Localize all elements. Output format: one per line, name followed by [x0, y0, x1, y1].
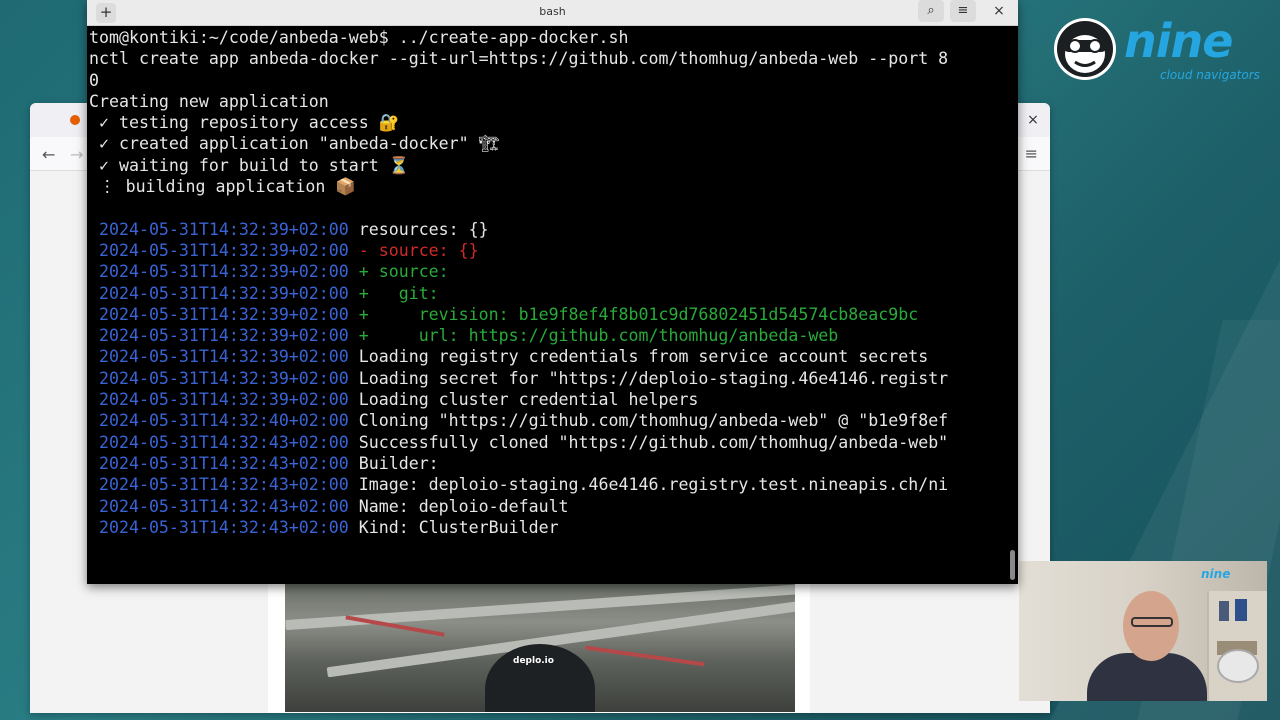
terminal-text: Name: deploio-default: [358, 496, 569, 516]
log-timestamp: 2024-05-31T14:32:43+02:00: [89, 496, 359, 516]
terminal-text: Loading secret for "https://deploio-stag…: [358, 368, 949, 388]
terminal-line: 2024-05-31T14:32:43+02:00 Successfully c…: [89, 432, 1007, 453]
terminal-text: Loading cluster credential helpers: [358, 390, 699, 410]
terminal-text: Loading registry credentials from servic…: [358, 347, 929, 367]
terminal-line: 2024-05-31T14:32:39+02:00 Loading regist…: [89, 346, 1007, 367]
log-timestamp: 2024-05-31T14:32:39+02:00: [89, 262, 359, 282]
terminal-text: tom@kontiki:~/code/anbeda-web$ ../create…: [89, 28, 629, 47]
logo-tagline: cloud navigators: [1160, 68, 1260, 82]
terminal-line: 2024-05-31T14:32:43+02:00 Image: deploio…: [89, 474, 1007, 495]
terminal-title: bash: [539, 5, 566, 18]
terminal-window: + bash ⌕ ≡ × tom@kontiki:~/code/anbeda-w…: [87, 0, 1018, 584]
terminal-line: 2024-05-31T14:32:39+02:00 + url: https:/…: [89, 325, 1007, 346]
terminal-line: 0: [89, 70, 1007, 91]
terminal-text: ✓ waiting for build to start ⏳: [89, 155, 410, 175]
terminal-line: 2024-05-31T14:32:39+02:00 - source: {}: [89, 240, 1007, 261]
log-timestamp: 2024-05-31T14:32:39+02:00: [89, 219, 359, 239]
terminal-line: 2024-05-31T14:32:39+02:00 resources: {}: [89, 219, 1007, 240]
terminal-line: Creating new application: [89, 91, 1007, 112]
terminal-line: ⋮ building application 📦: [89, 176, 1007, 197]
shelf-item: [1235, 599, 1247, 621]
person-head: [485, 644, 595, 712]
webcam-logo: nine: [1201, 567, 1231, 581]
log-timestamp: 2024-05-31T14:32:39+02:00: [89, 240, 359, 260]
webcam-overlay: nine: [1019, 561, 1267, 701]
log-timestamp: 2024-05-31T14:32:39+02:00: [89, 326, 359, 346]
terminal-line: 2024-05-31T14:32:43+02:00 Kind: ClusterB…: [89, 517, 1007, 538]
terminal-output[interactable]: tom@kontiki:~/code/anbeda-web$ ../create…: [87, 27, 1007, 584]
terminal-text: - source: {}: [358, 240, 479, 260]
terminal-text: ✓ created application "anbeda-docker" 🏗: [89, 134, 500, 154]
microphone: [1217, 649, 1259, 683]
log-timestamp: 2024-05-31T14:32:40+02:00: [89, 411, 359, 431]
firefox-icon[interactable]: [70, 115, 80, 125]
terminal-line: ✓ testing repository access 🔐: [89, 112, 1007, 133]
back-icon[interactable]: ←: [42, 145, 55, 164]
terminal-text: Kind: ClusterBuilder: [358, 517, 559, 537]
terminal-text: Cloning "https://github.com/thomhug/anbe…: [358, 411, 949, 431]
terminal-line: ✓ waiting for build to start ⏳: [89, 155, 1007, 176]
terminal-line: nctl create app anbeda-docker --git-url=…: [89, 48, 1007, 69]
log-timestamp: 2024-05-31T14:32:39+02:00: [89, 390, 359, 410]
terminal-line: tom@kontiki:~/code/anbeda-web$ ../create…: [89, 27, 1007, 48]
terminal-titlebar: + bash ⌕ ≡ ×: [87, 0, 1018, 26]
terminal-text: + revision: b1e9f8ef4f8b01c9d76802451d54…: [358, 304, 919, 324]
nine-logo: nine cloud navigators: [1052, 14, 1272, 86]
terminal-text: + git:: [358, 283, 439, 303]
photo-rail: [285, 584, 795, 631]
rooftop-photo: deplo.io: [285, 584, 795, 712]
log-timestamp: 2024-05-31T14:32:43+02:00: [89, 432, 359, 452]
log-timestamp: 2024-05-31T14:32:43+02:00: [89, 453, 359, 473]
bookshelf: [1207, 591, 1267, 701]
log-timestamp: 2024-05-31T14:32:39+02:00: [89, 283, 359, 303]
photo-accent: [585, 645, 705, 667]
forward-icon[interactable]: →: [70, 145, 83, 164]
terminal-text: nctl create app anbeda-docker --git-url=…: [89, 49, 949, 69]
terminal-scrollbar[interactable]: [1010, 550, 1015, 580]
shelf-item: [1219, 601, 1229, 621]
terminal-text: 0: [89, 70, 99, 90]
log-timestamp: 2024-05-31T14:32:39+02:00: [89, 304, 359, 324]
menu-icon[interactable]: ≡: [950, 0, 976, 22]
terminal-text: + url: https://github.com/thomhug/anbeda…: [358, 326, 839, 346]
log-timestamp: 2024-05-31T14:32:43+02:00: [89, 517, 359, 537]
terminal-line: 2024-05-31T14:32:39+02:00 Loading secret…: [89, 368, 1007, 389]
terminal-line: 2024-05-31T14:32:40+02:00 Cloning "https…: [89, 410, 1007, 431]
log-timestamp: 2024-05-31T14:32:43+02:00: [89, 475, 359, 495]
search-icon[interactable]: ⌕: [918, 0, 944, 22]
log-timestamp: 2024-05-31T14:32:39+02:00: [89, 347, 359, 367]
browser-close-button[interactable]: ×: [1024, 111, 1042, 129]
terminal-line: 2024-05-31T14:32:43+02:00 Name: deploio-…: [89, 496, 1007, 517]
logo-wordmark: nine: [1124, 14, 1233, 68]
terminal-line: 2024-05-31T14:32:39+02:00 + git:: [89, 283, 1007, 304]
terminal-text: Successfully cloned "https://github.com/…: [358, 432, 949, 452]
hamburger-menu-icon[interactable]: ≡: [1025, 144, 1038, 163]
terminal-line: 2024-05-31T14:32:39+02:00 + source:: [89, 261, 1007, 282]
terminal-text: resources: {}: [358, 219, 489, 239]
terminal-line: 2024-05-31T14:32:43+02:00 Builder:: [89, 453, 1007, 474]
glasses: [1131, 617, 1173, 627]
terminal-text: Creating new application: [89, 91, 329, 111]
terminal-line: ✓ created application "anbeda-docker" 🏗: [89, 133, 1007, 154]
log-timestamp: 2024-05-31T14:32:39+02:00: [89, 368, 359, 388]
terminal-text: Image: deploio-staging.46e4146.registry.…: [358, 475, 949, 495]
terminal-text: Builder:: [358, 453, 439, 473]
close-icon[interactable]: ×: [986, 0, 1012, 22]
terminal-text: ✓ testing repository access 🔐: [89, 113, 400, 133]
mascot-icon: [1054, 18, 1116, 80]
terminal-text: ⋮ building application 📦: [89, 177, 357, 197]
cap-logo: deplo.io: [513, 656, 554, 666]
terminal-line: 2024-05-31T14:32:39+02:00 Loading cluste…: [89, 389, 1007, 410]
terminal-text: + source:: [358, 262, 449, 282]
terminal-line: 2024-05-31T14:32:39+02:00 + revision: b1…: [89, 304, 1007, 325]
